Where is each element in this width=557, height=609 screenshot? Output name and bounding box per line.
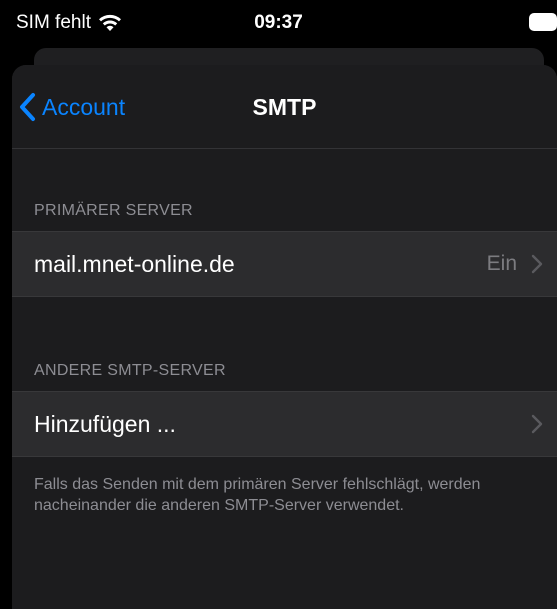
add-smtp-server-label: Hinzufügen ...: [34, 411, 176, 437]
section-header-other-servers: ANDERE SMTP-SERVER: [34, 362, 226, 379]
battery-full-icon: [529, 13, 557, 31]
add-smtp-server-row[interactable]: Hinzufügen ...: [12, 391, 557, 457]
primary-server-status: Ein: [486, 252, 517, 275]
chevron-right-icon: [531, 414, 543, 434]
status-bar: SIM fehlt 09:37: [0, 0, 557, 44]
page-title: SMTP: [252, 94, 317, 120]
smtp-settings-sheet: Account SMTP PRIMÄRER SERVER mail.mnet-o…: [12, 65, 557, 609]
section-footer-note: Falls das Senden mit dem primären Server…: [34, 476, 481, 514]
primary-server-name: mail.mnet-online.de: [34, 251, 235, 277]
primary-server-row[interactable]: mail.mnet-online.de Ein: [12, 231, 557, 297]
chevron-right-icon: [531, 254, 543, 274]
navigation-bar: Account SMTP: [12, 65, 557, 149]
section-header-primary-server: PRIMÄRER SERVER: [34, 202, 193, 219]
status-time: 09:37: [254, 12, 303, 33]
